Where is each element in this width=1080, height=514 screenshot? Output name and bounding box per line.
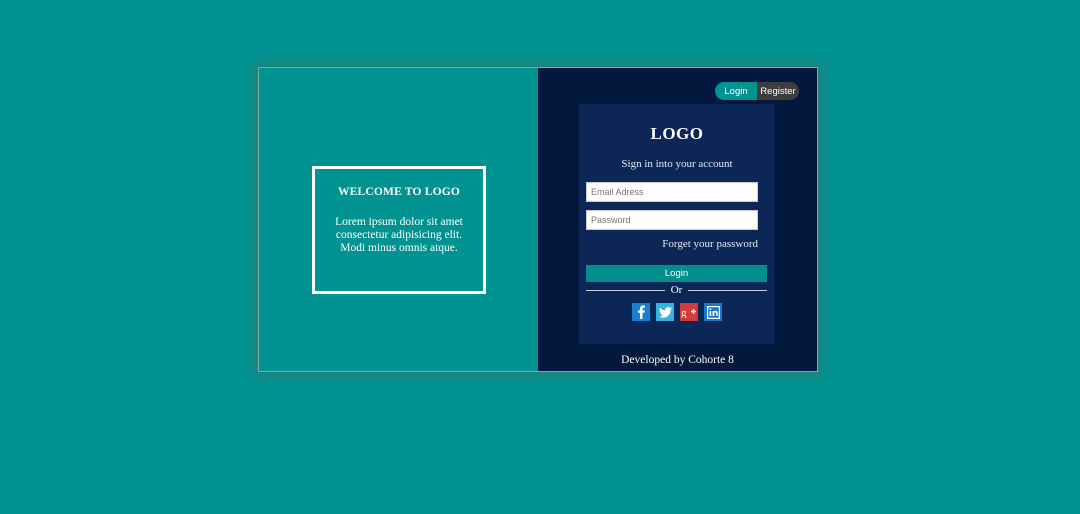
tab-register[interactable]: Register — [757, 82, 799, 100]
logo: LOGO — [650, 124, 704, 143]
auth-tabs: Login Register — [715, 82, 799, 100]
auth-panel: Login Register LOGO Sign in into your ac… — [538, 68, 817, 371]
footer-credit: Developed by Cohorte 8 — [621, 354, 734, 366]
twitter-icon[interactable] — [656, 303, 674, 321]
forgot-password-link[interactable]: Forget your password — [662, 238, 758, 250]
form-subtitle: Sign in into your account — [621, 158, 733, 170]
divider-line-right — [688, 290, 767, 291]
welcome-panel: WELCOME TO LOGO Lorem ipsum dolor sit am… — [259, 68, 538, 371]
linkedin-icon[interactable] — [704, 303, 722, 321]
welcome-text: Lorem ipsum dolor sit amet consectetur a… — [335, 216, 463, 254]
login-button[interactable]: Login — [586, 265, 767, 282]
or-divider: Or — [586, 283, 767, 297]
email-field[interactable] — [586, 182, 758, 202]
login-form: LOGO Sign in into your account Forget yo… — [579, 104, 775, 344]
welcome-box: WELCOME TO LOGO Lorem ipsum dolor sit am… — [312, 166, 486, 294]
welcome-title: WELCOME TO LOGO — [337, 186, 461, 198]
google-plus-icon[interactable]: g — [680, 303, 698, 321]
facebook-icon[interactable] — [632, 303, 650, 321]
password-field[interactable] — [586, 210, 758, 230]
login-card: WELCOME TO LOGO Lorem ipsum dolor sit am… — [258, 67, 818, 372]
svg-text:g: g — [681, 307, 687, 318]
tab-login[interactable]: Login — [715, 82, 757, 100]
